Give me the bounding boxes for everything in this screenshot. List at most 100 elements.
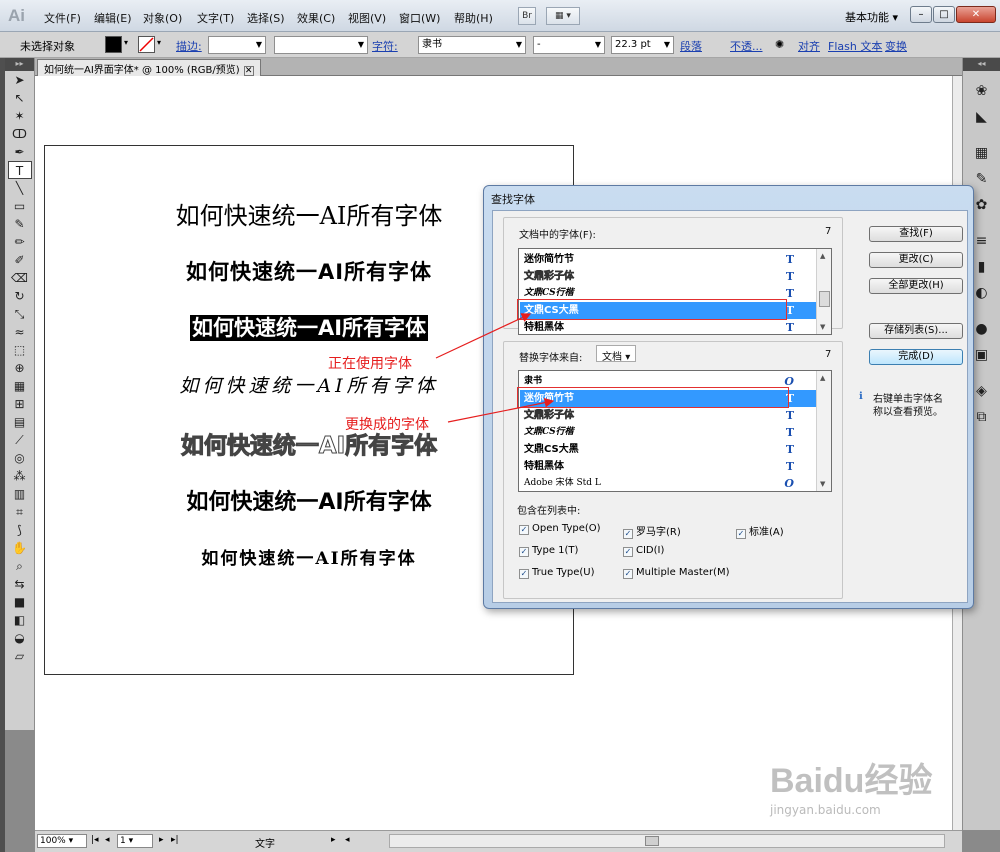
stroke-weight-input[interactable]: ▼	[208, 36, 266, 54]
prev-artboard-icon[interactable]: ◂	[105, 835, 110, 845]
swatches-panel-icon[interactable]: ▦	[967, 141, 997, 165]
horizontal-scroll-thumb[interactable]	[645, 836, 659, 846]
current-tool-status[interactable]: 文字	[255, 835, 275, 850]
transform-link[interactable]: 变换	[885, 38, 907, 54]
type-tool-icon[interactable]: T	[7, 161, 32, 179]
horizontal-scrollbar[interactable]	[389, 834, 945, 848]
roman-checkbox[interactable]: ✓ 罗马字(R)	[623, 523, 681, 539]
recolor-icon[interactable]: ✺	[775, 38, 784, 51]
zoom-tool-icon[interactable]: ⌕	[8, 557, 32, 575]
warp-tool-icon[interactable]: ≈	[8, 323, 32, 341]
close-tab-icon[interactable]: ✕	[243, 66, 254, 76]
done-button[interactable]: 完成(D)	[869, 349, 963, 365]
menu-help[interactable]: 帮助(H)	[454, 10, 493, 26]
replace-fonts-scrollbar[interactable]: ▲ ▼	[816, 371, 831, 491]
font-family-select[interactable]: 隶书 ▼	[418, 36, 526, 54]
replace-font-row[interactable]: 文鼎彩子体 T	[520, 407, 816, 424]
screen-mode-icon[interactable]: ▱	[8, 647, 32, 665]
stroke-style-dropdown-icon[interactable]: ▼	[358, 37, 364, 53]
save-list-button[interactable]: 存储列表(S)...	[869, 323, 963, 339]
standard-checkbox[interactable]: ✓ 标准(A)	[736, 523, 784, 539]
fill-dropdown-icon[interactable]: ▾	[124, 38, 128, 47]
selection-tool-icon[interactable]: ➤	[8, 71, 32, 89]
free-transform-tool-icon[interactable]: ⬚	[8, 341, 32, 359]
stroke-weight-dropdown-icon[interactable]: ▼	[256, 37, 262, 53]
minimize-button[interactable]: –	[910, 6, 932, 23]
font-size-dropdown-icon[interactable]: ▼	[664, 37, 670, 53]
magic-wand-tool-icon[interactable]: ✶	[8, 107, 32, 125]
scroll-up-icon[interactable]: ▲	[820, 374, 825, 382]
menu-object[interactable]: 对象(O)	[143, 10, 182, 26]
replace-font-row[interactable]: 特粗黑体 T	[520, 458, 816, 475]
workspace-switcher[interactable]: 基本功能 ▾	[845, 9, 898, 25]
replace-from-select[interactable]: 文档 ▾	[596, 345, 637, 363]
first-artboard-icon[interactable]: |◂	[91, 835, 99, 845]
menu-effect[interactable]: 效果(C)	[297, 10, 335, 26]
bridge-button[interactable]: Br	[518, 7, 536, 25]
rotate-tool-icon[interactable]: ↻	[8, 287, 32, 305]
scroll-up-icon[interactable]: ▲	[820, 252, 825, 260]
opentype-checkbox[interactable]: ✓ Open Type(O)	[519, 523, 601, 535]
color-mode-icon[interactable]: ◧	[8, 611, 32, 629]
scroll-down-icon[interactable]: ▼	[820, 323, 825, 331]
close-button[interactable]: ✕	[956, 6, 996, 23]
eyedropper-tool-icon[interactable]: ⟋	[8, 431, 32, 449]
replace-font-row[interactable]: 文鼎CS大黑 T	[520, 441, 816, 458]
replace-font-row[interactable]: 文鼎CS行楷 T	[520, 424, 816, 441]
scroll-down-icon[interactable]: ▼	[820, 480, 825, 488]
truetype-checkbox[interactable]: ✓ True Type(U)	[519, 567, 595, 579]
slice-tool-icon[interactable]: ⟆	[8, 521, 32, 539]
doc-font-row[interactable]: 文鼎彩子体 T	[520, 268, 816, 285]
document-tab[interactable]: 如何统一AI界面字体* @ 100% (RGB/预览) ✕	[37, 59, 261, 76]
stroke-style-input[interactable]: ▼	[274, 36, 368, 54]
font-style-select[interactable]: - ▼	[533, 36, 605, 54]
blob-brush-tool-icon[interactable]: ✐	[8, 251, 32, 269]
find-button[interactable]: 查找(F)	[869, 226, 963, 242]
menu-type[interactable]: 文字(T)	[197, 10, 234, 26]
swap-fill-stroke-icon[interactable]: ⇆	[8, 575, 32, 593]
change-button[interactable]: 更改(C)	[869, 252, 963, 268]
opacity-link[interactable]: 不透...	[730, 38, 763, 54]
menu-file[interactable]: 文件(F)	[44, 10, 81, 26]
shape-builder-tool-icon[interactable]: ⊕	[8, 359, 32, 377]
line-tool-icon[interactable]: ╲	[8, 179, 32, 197]
font-size-input[interactable]: 22.3 pt ▼	[611, 36, 674, 54]
lasso-tool-icon[interactable]: ↀ	[8, 125, 32, 143]
type1-checkbox[interactable]: ✓ Type 1(T)	[519, 545, 578, 557]
rectangle-tool-icon[interactable]: ▭	[8, 197, 32, 215]
fill-swatch[interactable]	[105, 36, 122, 53]
paragraph-link[interactable]: 段落	[680, 38, 702, 54]
menu-select[interactable]: 选择(S)	[247, 10, 285, 26]
replace-font-row[interactable]: Adobe 宋体 Std L O	[520, 475, 816, 491]
pen-tool-icon[interactable]: ✒	[8, 143, 32, 161]
mesh-tool-icon[interactable]: ⊞	[8, 395, 32, 413]
menu-edit[interactable]: 编辑(E)	[94, 10, 132, 26]
cid-checkbox[interactable]: ✓ CID(I)	[623, 545, 664, 557]
pencil-tool-icon[interactable]: ✏	[8, 233, 32, 251]
stroke-link[interactable]: 描边:	[176, 38, 202, 54]
drawing-mode-icon[interactable]: ◒	[8, 629, 32, 647]
menu-window[interactable]: 窗口(W)	[399, 10, 440, 26]
flash-text-link[interactable]: Flash 文本	[828, 38, 882, 54]
status-menu-icon[interactable]: ▸	[331, 835, 336, 845]
align-link[interactable]: 对齐	[798, 38, 820, 54]
document-fonts-scrollbar[interactable]: ▲ ▼	[816, 249, 831, 334]
symbol-sprayer-tool-icon[interactable]: ⁂	[8, 467, 32, 485]
gradient-tool-icon[interactable]: ▤	[8, 413, 32, 431]
direct-selection-tool-icon[interactable]: ↖	[8, 89, 32, 107]
next-artboard-icon[interactable]: ▸	[159, 835, 164, 845]
dock-collapse-icon[interactable]: ◂◂	[963, 58, 1000, 71]
sample-text-3[interactable]: 如何快速统一AI所有字体	[189, 315, 429, 341]
artboard-number-select[interactable]: 1 ▾	[117, 834, 153, 848]
doc-font-row[interactable]: 特粗黑体 T	[520, 319, 816, 334]
hand-tool-icon[interactable]: ✋	[8, 539, 32, 557]
blend-tool-icon[interactable]: ◎	[8, 449, 32, 467]
font-family-dropdown-icon[interactable]: ▼	[516, 37, 522, 53]
stroke-dropdown-icon[interactable]: ▾	[157, 38, 161, 47]
menu-view[interactable]: 视图(V)	[348, 10, 386, 26]
color-guide-panel-icon[interactable]: ◣	[967, 105, 997, 129]
fill-stroke-indicator-icon[interactable]: ■	[8, 593, 32, 611]
color-panel-icon[interactable]: ❀	[967, 79, 997, 103]
column-graph-tool-icon[interactable]: ▥	[8, 485, 32, 503]
scale-tool-icon[interactable]: ⤡	[8, 305, 32, 323]
